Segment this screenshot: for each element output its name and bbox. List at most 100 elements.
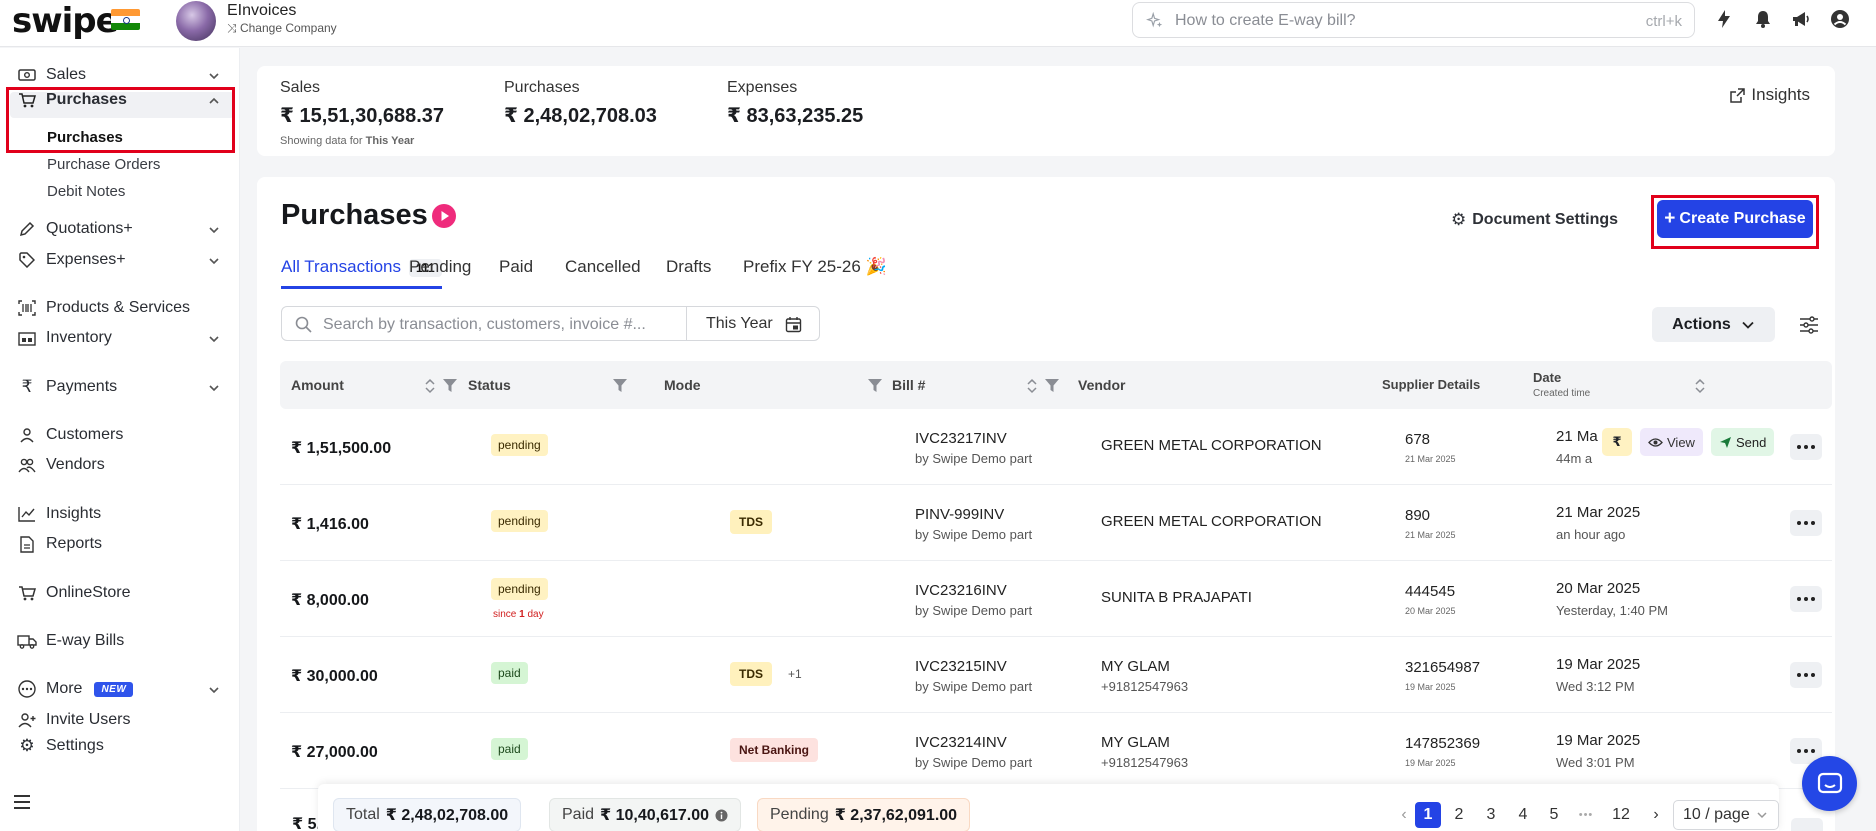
- col-date[interactable]: Date Created time: [1533, 370, 1590, 399]
- record-payment-button[interactable]: ₹: [1602, 428, 1632, 456]
- support-chat-button[interactable]: [1802, 756, 1857, 811]
- sidebar-item-expenses[interactable]: Expenses+: [17, 248, 126, 272]
- vendor-name[interactable]: SUNITA B PRAJAPATI: [1101, 589, 1252, 606]
- col-bill-number[interactable]: Bill #: [892, 377, 925, 393]
- row-more-options-button[interactable]: [1790, 434, 1822, 460]
- sidebar-item-vendors[interactable]: Vendors: [17, 453, 105, 477]
- tab-prefix-fy[interactable]: Prefix FY 25-26 🎉: [743, 257, 887, 289]
- change-company-link[interactable]: ⤨ Change Company: [227, 21, 337, 36]
- page-ellipsis[interactable]: •••: [1571, 802, 1601, 828]
- sidebar-subitem-debit-notes[interactable]: Debit Notes: [47, 183, 125, 200]
- vendor-name[interactable]: GREEN METAL CORPORATION: [1101, 437, 1322, 454]
- sliders-icon[interactable]: [1799, 316, 1819, 334]
- view-button[interactable]: View: [1640, 428, 1703, 456]
- sort-icon[interactable]: [425, 378, 435, 394]
- page-2[interactable]: 2: [1446, 802, 1472, 828]
- sidebar-item-insights[interactable]: Insights: [17, 502, 101, 526]
- col-amount[interactable]: Amount: [291, 377, 344, 393]
- company-avatar[interactable]: [176, 1, 216, 41]
- filter-icon[interactable]: [1045, 379, 1059, 392]
- filter-icon[interactable]: [613, 379, 627, 392]
- col-vendor[interactable]: Vendor: [1078, 377, 1125, 393]
- page-3[interactable]: 3: [1478, 802, 1504, 828]
- table-row[interactable]: ₹ 8,000.00 pending since 1 day IVC23216I…: [280, 561, 1832, 637]
- table-row[interactable]: ₹ 1,416.00 pending TDS PINV-999INV by Sw…: [280, 485, 1832, 561]
- sidebar-item-customers[interactable]: Customers: [17, 423, 123, 447]
- sidebar-subitem-purchase-orders[interactable]: Purchase Orders: [47, 156, 160, 173]
- bill-number[interactable]: IVC23217INV: [915, 430, 1007, 447]
- tab-paid[interactable]: Paid: [499, 257, 533, 289]
- lightning-icon[interactable]: [1713, 8, 1735, 30]
- tab-drafts[interactable]: Drafts: [666, 257, 711, 289]
- chevron-down-icon[interactable]: [207, 332, 221, 346]
- prev-page-button[interactable]: ‹: [1391, 802, 1417, 828]
- sidebar-item-sales[interactable]: Sales: [17, 63, 86, 87]
- actions-label: Actions: [1672, 315, 1731, 333]
- insights-link[interactable]: Insights: [1730, 85, 1810, 105]
- sidebar-item-reports[interactable]: Reports: [17, 532, 102, 556]
- sidebar-item-inventory[interactable]: Inventory: [17, 326, 112, 350]
- chevron-down-icon[interactable]: [207, 254, 221, 268]
- send-button[interactable]: Send: [1710, 428, 1775, 456]
- swipe-logo[interactable]: swipe: [12, 4, 119, 38]
- table-row[interactable]: ₹ 1,51,500.00 pending IVC23217INV by Swi…: [280, 409, 1832, 485]
- sidebar-item-quotations[interactable]: Quotations+: [17, 217, 133, 241]
- chevron-down-icon[interactable]: [207, 223, 221, 237]
- date-range-picker[interactable]: This Year: [686, 306, 820, 341]
- page-size-select[interactable]: 10 / page: [1673, 800, 1779, 830]
- row-more-options-button[interactable]: [1790, 586, 1822, 612]
- transaction-search-input[interactable]: Search by transaction, customers, invoic…: [281, 306, 687, 341]
- sidebar-item-settings[interactable]: ⚙ Settings: [17, 734, 103, 758]
- vendor-name[interactable]: MY GLAM: [1101, 658, 1170, 675]
- sidebar-item-payments[interactable]: ₹ Payments: [17, 375, 118, 399]
- page-12[interactable]: 12: [1606, 802, 1636, 828]
- table-row[interactable]: ₹ 27,000.00 paid Net Banking IVC23214INV…: [280, 713, 1832, 789]
- sidebar-item-products[interactable]: Products & Services: [17, 296, 190, 320]
- more-modes-count[interactable]: +1: [788, 667, 802, 681]
- bill-number[interactable]: PINV-999INV: [915, 506, 1004, 523]
- col-supplier-details[interactable]: Supplier Details: [1382, 377, 1480, 392]
- sidebar-item-invite-users[interactable]: Invite Users: [17, 708, 130, 732]
- chevron-down-icon[interactable]: [207, 69, 221, 83]
- sidebar-item-purchases[interactable]: Purchases: [17, 88, 127, 112]
- megaphone-icon[interactable]: [1790, 8, 1812, 30]
- filter-icon[interactable]: [868, 379, 882, 392]
- col-status[interactable]: Status: [468, 377, 511, 393]
- filter-icon[interactable]: [443, 379, 457, 392]
- user-account-icon[interactable]: [1829, 8, 1851, 30]
- table-row[interactable]: ₹ 30,000.00 paid TDS +1 IVC23215INV by S…: [280, 637, 1832, 713]
- actions-dropdown[interactable]: Actions: [1652, 307, 1775, 342]
- sort-icon[interactable]: [1027, 378, 1037, 394]
- company-name[interactable]: EInvoices: [227, 2, 296, 20]
- hamburger-menu-icon[interactable]: [13, 794, 31, 810]
- bill-number[interactable]: IVC23215INV: [915, 658, 1007, 675]
- next-page-button[interactable]: ›: [1643, 802, 1669, 828]
- chevron-down-icon[interactable]: [207, 381, 221, 395]
- bill-number[interactable]: IVC23216INV: [915, 582, 1007, 599]
- create-purchase-button[interactable]: + Create Purchase: [1657, 200, 1813, 238]
- document-settings-button[interactable]: ⚙ Document Settings: [1451, 210, 1618, 230]
- bell-icon[interactable]: [1752, 8, 1774, 30]
- bill-number[interactable]: IVC23214INV: [915, 734, 1007, 751]
- sidebar-item-more[interactable]: More NEW: [17, 677, 134, 701]
- vendor-name[interactable]: MY GLAM: [1101, 734, 1170, 751]
- sidebar-item-eway-bills[interactable]: E-way Bills: [17, 629, 124, 653]
- chevron-down-icon[interactable]: [207, 683, 221, 697]
- row-more-options-button[interactable]: [1790, 510, 1822, 536]
- page-5[interactable]: 5: [1541, 802, 1567, 828]
- global-search-input[interactable]: How to create E-way bill? ctrl+k: [1132, 2, 1695, 38]
- sidebar-subitem-purchases[interactable]: Purchases: [47, 129, 123, 146]
- tab-pending[interactable]: Pending: [409, 257, 471, 289]
- sidebar-item-onlinestore[interactable]: OnlineStore: [17, 581, 131, 605]
- play-video-icon[interactable]: [432, 204, 456, 228]
- page-4[interactable]: 4: [1510, 802, 1536, 828]
- chevron-up-icon[interactable]: [207, 94, 221, 108]
- info-icon[interactable]: [715, 809, 728, 822]
- vendor-name[interactable]: GREEN METAL CORPORATION: [1101, 513, 1322, 530]
- col-mode[interactable]: Mode: [664, 377, 701, 393]
- page-1[interactable]: 1: [1415, 802, 1441, 828]
- row-more-options-button-peek[interactable]: [1791, 818, 1823, 831]
- sort-icon[interactable]: [1695, 378, 1705, 394]
- tab-cancelled[interactable]: Cancelled: [565, 257, 641, 289]
- row-more-options-button[interactable]: [1790, 662, 1822, 688]
